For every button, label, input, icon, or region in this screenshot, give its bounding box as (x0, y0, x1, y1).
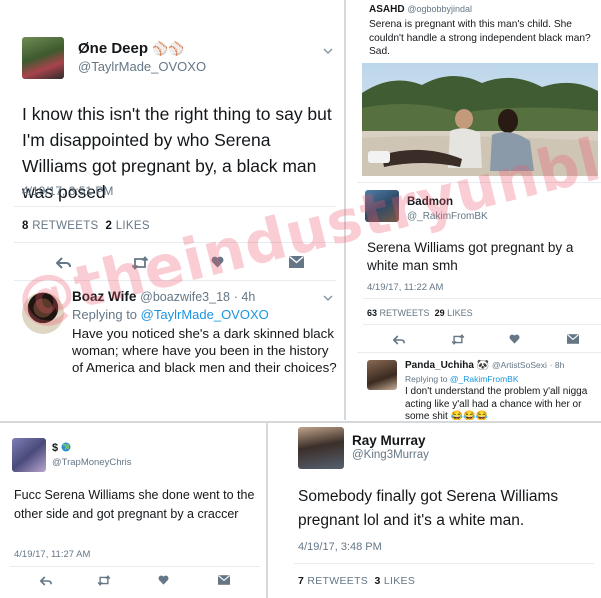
like-icon[interactable] (211, 256, 224, 268)
reply-icon[interactable] (393, 335, 405, 345)
like-label[interactable]: LIKES (384, 575, 415, 587)
reply-text: Have you noticed she's a dark skinned bl… (72, 326, 337, 375)
reply-icon[interactable] (40, 576, 52, 586)
like-icon[interactable] (158, 575, 169, 585)
reply-age: · 8h (549, 360, 565, 370)
divider (294, 563, 594, 564)
panel-divider (344, 0, 346, 420)
author-name[interactable]: Boaz Wife (72, 289, 136, 304)
tweet-stats: 7 RETWEETS 3 LIKES (298, 575, 415, 587)
replying-to-link[interactable]: @_RakimFromBK (450, 374, 519, 384)
like-label[interactable]: LIKES (447, 308, 473, 318)
author-handle[interactable]: @ArtistSoSexi (492, 360, 547, 370)
tweet-timestamp[interactable]: 4/19/17, 3:51 PM (22, 184, 113, 198)
tweet-text: Serena Williams got pregnant by a white … (367, 240, 574, 273)
retweet-icon[interactable] (451, 334, 465, 345)
retweet-label[interactable]: RETWEETS (380, 308, 430, 318)
message-icon[interactable] (289, 256, 304, 268)
retweet-count[interactable]: 8 (22, 220, 29, 232)
like-count[interactable]: 2 (106, 220, 113, 232)
divider (14, 242, 336, 243)
couple-photo[interactable] (362, 63, 598, 176)
tweet-panel-top-left: Øne Deep ⚾⚾ @TaylrMade_OVOXO I know this… (0, 0, 343, 420)
message-icon[interactable] (567, 334, 579, 344)
tweet-stats: 63 RETWEETS 29 LIKES (367, 308, 473, 318)
tweet-timestamp[interactable]: 4/19/17, 11:27 AM (14, 549, 90, 560)
author-handle[interactable]: @ogbobbyjindal (407, 4, 472, 14)
author-name[interactable]: ASAHD (369, 4, 405, 15)
replying-prefix: Replying to (405, 374, 448, 384)
retweet-label[interactable]: RETWEETS (32, 220, 98, 232)
avatar[interactable] (12, 438, 46, 472)
author-handle[interactable]: @_RakimFromBK (407, 211, 488, 222)
divider (363, 324, 601, 325)
author-name[interactable]: Badmon (407, 196, 453, 208)
tweet-timestamp[interactable]: 4/19/17, 3:48 PM (298, 541, 382, 553)
reply-age: · 4h (233, 290, 256, 304)
like-icon[interactable] (509, 334, 520, 344)
retweet-label[interactable]: RETWEETS (307, 575, 368, 587)
author-handle[interactable]: @boazwife3_18 (140, 290, 230, 304)
reply-text: I don't understand the problem y'all nig… (405, 386, 588, 420)
like-label[interactable]: LIKES (116, 220, 150, 232)
tweet-timestamp[interactable]: 4/19/17, 11:22 AM (367, 282, 443, 293)
replying-prefix: Replying to (72, 307, 138, 322)
globe-icon (61, 442, 71, 452)
divider (14, 280, 336, 281)
panel-divider (266, 423, 268, 598)
tweet-panel-top-right: ASAHD @ogbobbyjindal Serena is pregnant … (357, 0, 601, 420)
author-name[interactable]: Panda_Uchiha (405, 360, 474, 371)
author-name[interactable]: $ (52, 442, 58, 454)
divider (10, 566, 260, 567)
like-count[interactable]: 29 (435, 308, 445, 318)
avatar[interactable] (365, 190, 399, 222)
baseball-emoji: ⚾⚾ (152, 42, 185, 57)
author-name[interactable]: Ray Murray (352, 433, 426, 448)
retweet-icon[interactable] (131, 256, 149, 270)
panda-emoji: 🐼 (476, 360, 490, 371)
message-icon[interactable] (218, 575, 230, 585)
tweet-panel-bottom-right: Ray Murray @King3Murray Somebody finally… (286, 423, 601, 598)
chevron-down-icon[interactable] (323, 295, 333, 302)
retweet-icon[interactable] (97, 575, 111, 586)
author-handle[interactable]: @TrapMoneyChris (52, 457, 132, 468)
replying-to-link[interactable]: @TaylrMade_OVOXO (141, 307, 269, 322)
divider (357, 182, 601, 183)
reply-icon[interactable] (56, 257, 71, 269)
tweet-stats: 8 RETWEETS 2 LIKES (22, 220, 150, 232)
divider (14, 206, 336, 207)
quoted-text: Serena is pregnant with this man's child… (369, 19, 591, 57)
tweet-text: Fucc Serena Williams she done went to th… (14, 488, 255, 521)
chevron-down-icon[interactable] (323, 48, 333, 55)
like-count[interactable]: 3 (375, 575, 381, 587)
avatar[interactable] (22, 292, 64, 334)
divider (357, 352, 601, 353)
author-handle[interactable]: @King3Murray (352, 449, 429, 461)
author-name[interactable]: Øne Deep (78, 40, 148, 57)
divider (363, 298, 601, 299)
tweet-panel-bottom-left: $ @TrapMoneyChris Fucc Serena Williams s… (0, 428, 264, 598)
author-handle[interactable]: @TaylrMade_OVOXO (78, 59, 206, 74)
avatar[interactable] (367, 360, 397, 390)
avatar[interactable] (298, 427, 344, 469)
retweet-count[interactable]: 7 (298, 575, 304, 587)
avatar[interactable] (22, 37, 64, 79)
tweet-text: Somebody finally got Serena Williams pre… (298, 488, 559, 529)
retweet-count[interactable]: 63 (367, 308, 377, 318)
